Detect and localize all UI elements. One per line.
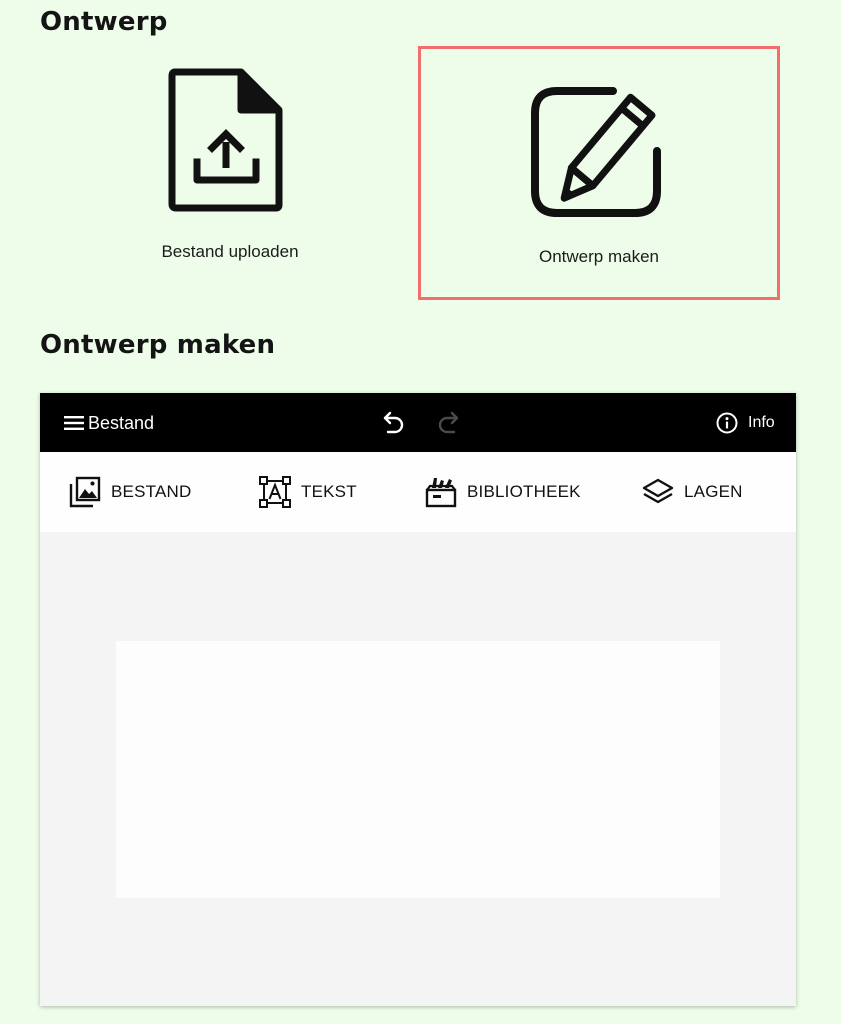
redo-icon [438, 411, 459, 434]
undo-icon [383, 411, 404, 434]
info-label: Info [748, 414, 775, 431]
tool-bestand-button[interactable]: BESTAND [68, 475, 191, 509]
tool-tekst-button[interactable]: TEKST [258, 475, 357, 509]
tool-bibliotheek-label: BIBLIOTHEEK [467, 482, 581, 501]
editor-topbar: Bestand Info [40, 393, 796, 452]
tool-lagen-button[interactable]: LAGEN [641, 475, 743, 509]
hamburger-menu-icon [64, 416, 84, 430]
info-button[interactable]: Info [716, 412, 775, 434]
editor-toolbar: BESTAND TEKST BIBLIOTHEEK LAGEN [40, 452, 796, 532]
create-design-option[interactable]: Ontwerp maken [418, 46, 780, 300]
section-title-ontwerp: Ontwerp [40, 7, 168, 37]
file-menu-button[interactable]: Bestand [64, 411, 154, 435]
create-design-label: Ontwerp maken [539, 247, 659, 266]
edit-square-icon [531, 87, 661, 217]
image-stack-icon [69, 476, 101, 508]
info-icon [716, 412, 738, 434]
design-editor: Bestand Info BESTAND TEKST BIBLIOTHEEK L… [40, 393, 796, 1006]
editor-workspace [40, 532, 796, 1006]
tool-bibliotheek-button[interactable]: BIBLIOTHEEK [424, 475, 581, 509]
design-canvas[interactable] [116, 641, 720, 898]
library-box-icon [425, 478, 457, 508]
upload-file-option[interactable]: Bestand uploaden [80, 48, 380, 298]
file-menu-label: Bestand [88, 412, 155, 433]
section-title-ontwerp-maken: Ontwerp maken [40, 330, 276, 360]
tool-lagen-label: LAGEN [684, 482, 743, 501]
file-upload-icon [168, 68, 283, 212]
upload-file-label: Bestand uploaden [161, 242, 299, 261]
text-box-icon [259, 476, 291, 508]
layers-icon [642, 478, 674, 504]
redo-button[interactable] [436, 410, 462, 434]
tool-tekst-label: TEKST [301, 482, 357, 501]
tool-bestand-label: BESTAND [111, 482, 192, 501]
undo-button[interactable] [380, 410, 406, 434]
